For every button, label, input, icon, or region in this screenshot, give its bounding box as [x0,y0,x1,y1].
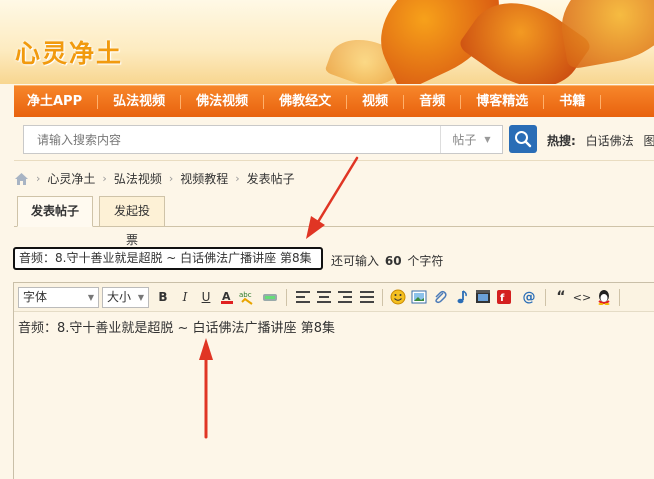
title-input[interactable]: 音频：8.守十善业就是超脱 ~ 白话佛法广播讲座 第8集 [13,247,323,270]
char-remaining-count: 60 [384,254,402,268]
chevron-right-icon: › [168,172,174,185]
search-box: 帖子 ▼ [23,125,503,154]
home-icon[interactable] [14,172,29,186]
search-input[interactable] [24,126,440,153]
svg-text:f: f [500,293,505,304]
spellcheck-icon[interactable]: abc [239,289,255,305]
font-select[interactable]: 字体 ▼ [18,287,99,308]
align-justify-icon[interactable] [359,289,375,305]
chevron-right-icon: › [36,172,41,185]
nav-item-books[interactable]: 书籍 [544,86,600,118]
breadcrumb: › 心灵净土 › 弘法视频 › 视频教程 › 发表帖子 [14,170,295,187]
italic-icon[interactable]: I [177,289,193,305]
hot-search-link[interactable]: 白话佛法 [586,134,634,148]
svg-text:abc: abc [239,291,252,299]
nav-item-blog[interactable]: 博客精选 [461,86,543,118]
breadcrumb-item-current: 发表帖子 [246,172,295,186]
code-icon[interactable]: <> [573,289,591,305]
video-icon[interactable] [475,289,491,305]
chevron-right-icon: › [235,172,240,185]
chevron-down-icon: ▼ [484,135,491,144]
char-remaining-suffix: 个字符 [407,254,444,268]
nav-item-dharma-video[interactable]: 弘法视频 [98,86,180,118]
nav-item-buddhism-video[interactable]: 佛法视频 [181,86,263,118]
header-banner: 心灵净土 [0,0,654,84]
underline-icon[interactable]: U [198,289,214,305]
nav-item-video[interactable]: 视频 [347,86,403,118]
post-tabs: 发表帖子 发起投票 [14,196,654,247]
chevron-down-icon: ▼ [137,293,144,302]
toolbar-divider [619,289,620,306]
post-editor: 字体 ▼ 大小 ▼ B I U A abc f @ “ <> 音频：8.守十善业… [13,282,654,479]
hot-search-link[interactable]: 图 [643,134,654,148]
font-select-label: 字体 [23,290,48,304]
nav-item-app[interactable]: 净土APP [14,86,97,118]
chevron-right-icon: › [102,172,107,185]
tab-new-poll[interactable]: 发起投票 [99,196,165,247]
search-type-label: 帖子 [452,133,477,147]
hot-search: 热搜: 白话佛法 图 [547,132,654,149]
link-edit-icon[interactable] [262,289,278,305]
search-icon [515,131,532,148]
align-right-icon[interactable] [337,289,353,305]
main-nav: 净土APP 弘法视频 佛法视频 佛教经文 视频 音频 博客精选 书籍 [14,85,654,117]
bold-icon[interactable]: B [155,289,171,305]
divider [14,160,654,161]
breadcrumb-item[interactable]: 心灵净土 [47,170,95,187]
breadcrumb-item[interactable]: 弘法视频 [114,170,162,187]
nav-divider [600,94,602,109]
mention-icon[interactable]: @ [521,289,537,305]
breadcrumb-item[interactable]: 视频教程 [180,170,228,187]
nav-item-audio[interactable]: 音频 [404,86,460,118]
char-remaining: 还可输入 60 个字符 [331,252,443,269]
image-icon[interactable] [411,289,427,305]
text-color-icon[interactable]: A [219,289,235,305]
align-left-icon[interactable] [295,289,311,305]
font-size-select[interactable]: 大小 ▼ [102,287,149,308]
align-center-icon[interactable] [316,289,332,305]
maple-leaf-decoration [553,0,654,70]
font-size-label: 大小 [107,290,132,304]
hot-search-label: 热搜: [547,134,576,148]
toolbar-divider [545,289,546,306]
nav-item-sutras[interactable]: 佛教经文 [264,86,346,118]
emoji-icon[interactable] [390,289,406,305]
char-remaining-prefix: 还可输入 [331,254,380,268]
music-icon[interactable] [453,289,469,305]
tab-new-post[interactable]: 发表帖子 [17,196,93,227]
search-button[interactable] [509,125,537,153]
editor-content[interactable]: 音频：8.守十善业就是超脱 ~ 白话佛法广播讲座 第8集 [14,312,654,341]
chevron-down-icon: ▼ [87,293,94,302]
site-logo[interactable]: 心灵净土 [15,34,123,70]
toolbar-divider [286,289,287,306]
search-type-select[interactable]: 帖子 ▼ [440,126,502,153]
qq-icon[interactable] [596,289,612,305]
toolbar-divider [382,289,383,306]
editor-toolbar: 字体 ▼ 大小 ▼ B I U A abc f @ “ <> [14,283,654,312]
attachment-icon[interactable] [432,289,448,305]
flash-icon[interactable]: f [496,289,512,305]
quote-icon[interactable]: “ [553,289,569,305]
